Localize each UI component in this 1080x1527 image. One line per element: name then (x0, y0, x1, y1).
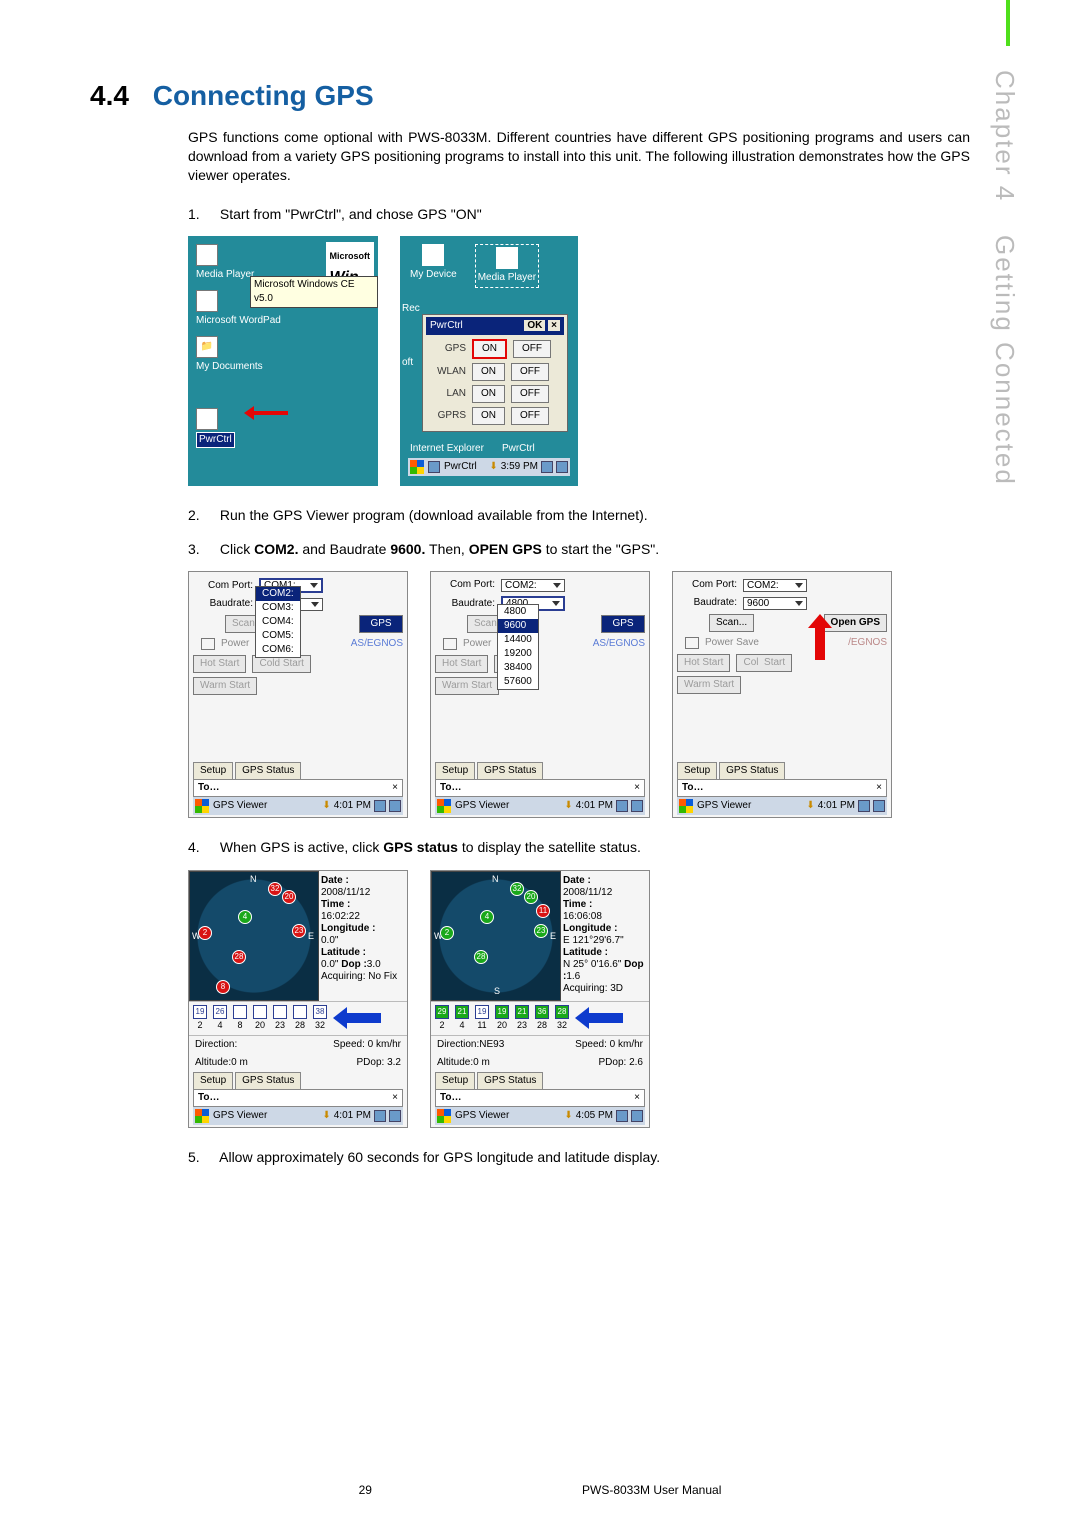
desktop-icon-my-device[interactable]: My Device (410, 244, 457, 288)
desktop-icon-media-player-selected[interactable]: ▶ Media Player (475, 244, 539, 288)
scan-button[interactable]: Scan... (709, 614, 754, 632)
list-item[interactable]: 38400 (498, 661, 538, 675)
step-1: 1. Start from "PwrCtrl", and chose GPS "… (188, 205, 970, 487)
page-number: 29 (359, 1483, 372, 1497)
pwrctrl-close-button[interactable]: × (548, 320, 560, 331)
list-item[interactable]: COM5: (256, 629, 300, 643)
blue-arrow-left-icon (575, 1009, 623, 1027)
wlan-off-button[interactable]: OFF (511, 363, 549, 381)
step-5: 5. Allow approximately 60 seconds for GP… (188, 1148, 970, 1168)
section-title: Connecting GPS (153, 80, 374, 111)
red-arrow-up-icon (811, 614, 831, 660)
chevron-down-icon (311, 602, 319, 607)
blue-arrow-left-icon (333, 1009, 381, 1027)
red-arrow-icon (244, 408, 290, 418)
header-accent-stripe (1006, 0, 1010, 46)
com-port-select[interactable] (743, 579, 807, 592)
com-port-select[interactable] (501, 579, 565, 592)
desktop-icon-spacer (196, 382, 374, 400)
taskbar-clock: 3:59 PM (501, 460, 538, 474)
sidebar-chapter: Chapter 4 (990, 70, 1020, 202)
desktop-icon-pwrctrl-bottom[interactable]: PwrCtrl (502, 442, 535, 456)
section-heading: 4.4 Connecting GPS (90, 80, 970, 112)
gps-status-3dfix: N W E S 32 20 11 4 2 23 28 (430, 870, 650, 1128)
open-gps-button[interactable]: Open GPS (824, 614, 887, 632)
list-item[interactable]: COM4: (256, 615, 300, 629)
hot-start-button[interactable]: Hot Start (193, 655, 246, 673)
sky-plot: N W E 32 20 4 2 23 28 8 (189, 871, 319, 1001)
gpsviewer-open-gps: Com Port: Baudrate: Scan...Open GPS Powe… (672, 571, 892, 818)
list-item[interactable]: 19200 (498, 647, 538, 661)
list-item[interactable]: COM3: (256, 601, 300, 615)
com-port-options: COM2: COM3: COM4: COM5: COM6: (255, 586, 301, 658)
pwrctrl-icon: ⚙ (196, 408, 218, 430)
egnos-link[interactable]: AS/EGNOS (351, 637, 403, 651)
close-icon[interactable]: × (392, 781, 398, 795)
baudrate-select[interactable] (743, 597, 807, 610)
list-item[interactable]: 9600 (498, 619, 538, 633)
tray-icon[interactable] (541, 461, 553, 473)
sidebar-chapter-label: Chapter 4 Getting Connected (989, 70, 1020, 486)
wordpad-icon: W (196, 290, 218, 312)
warm-start-button[interactable]: Warm Start (193, 677, 257, 695)
tab-gps-status[interactable]: GPS Status (235, 762, 301, 779)
taskbar-app-icon[interactable] (428, 461, 440, 473)
folder-icon: 📁 (196, 336, 218, 358)
list-item[interactable]: 57600 (498, 675, 538, 689)
gpsviewer-com-dropdown: Com Port: Baudrate: COM2: COM3: COM4: (188, 571, 408, 818)
wlan-on-button[interactable]: ON (472, 363, 505, 381)
gps-status-nofix: N W E 32 20 4 2 23 28 8 (188, 870, 408, 1128)
gps-close-button[interactable]: GPS (359, 615, 403, 633)
lan-on-button[interactable]: ON (472, 385, 505, 403)
start-button-icon[interactable] (410, 460, 424, 474)
list-item[interactable]: COM2: (256, 587, 300, 601)
gps-off-button[interactable]: OFF (513, 340, 551, 358)
media-player-icon: ▶ (196, 244, 218, 266)
tab-setup[interactable]: Setup (193, 762, 233, 779)
lan-off-button[interactable]: OFF (511, 385, 549, 403)
start-button-icon[interactable] (195, 799, 209, 813)
tooltip-win-version: Microsoft Windows CE v5.0 (250, 276, 378, 308)
step-2: 2. Run the GPS Viewer program (download … (188, 506, 970, 526)
powersave-checkbox[interactable] (201, 638, 215, 650)
gpsviewer-baud-dropdown: Com Port: Baudrate: 4800 9600 14400 1920… (430, 571, 650, 818)
tray-sip-icon[interactable] (556, 461, 568, 473)
baudrate-options: 4800 9600 14400 19200 38400 57600 (497, 604, 539, 690)
list-item[interactable]: 14400 (498, 633, 538, 647)
pwrctrl-ok-button[interactable]: OK (524, 320, 545, 331)
screenshot-pwrctrl-window: My Device ▶ Media Player Rec oft PwrCtrl (400, 236, 578, 486)
list-item[interactable]: 4800 (498, 605, 538, 619)
gprs-off-button[interactable]: OFF (511, 407, 549, 425)
tray-download-icon: ⬇ (489, 460, 497, 474)
desktop-icon-my-documents[interactable]: 📁 My Documents (196, 336, 374, 374)
list-item[interactable]: COM6: (256, 643, 300, 657)
step-3: 3. Click COM2. and Baudrate 9600. Then, … (188, 540, 970, 819)
step-4: 4. When GPS is active, click GPS status … (188, 838, 970, 1127)
chevron-down-icon (310, 583, 318, 588)
section-number: 4.4 (90, 80, 129, 111)
sidebar-title: Getting Connected (990, 235, 1020, 486)
pwrctrl-titlebar: PwrCtrl OK × (426, 317, 564, 335)
sky-plot: N W E S 32 20 11 4 2 23 28 (431, 871, 561, 1001)
desktop-icon-internet-explorer[interactable]: Internet Explorer (410, 442, 484, 456)
gps-on-button[interactable]: ON (472, 339, 507, 359)
document-title-footer: PWS-8033M User Manual (582, 1483, 721, 1497)
intro-paragraph: GPS functions come optional with PWS-803… (188, 128, 970, 185)
gprs-on-button[interactable]: ON (472, 407, 505, 425)
screenshot-desktop: Microsoft Win Microsoft Windows CE v5.0 … (188, 236, 378, 486)
taskbar: PwrCtrl ⬇ 3:59 PM (408, 458, 570, 476)
